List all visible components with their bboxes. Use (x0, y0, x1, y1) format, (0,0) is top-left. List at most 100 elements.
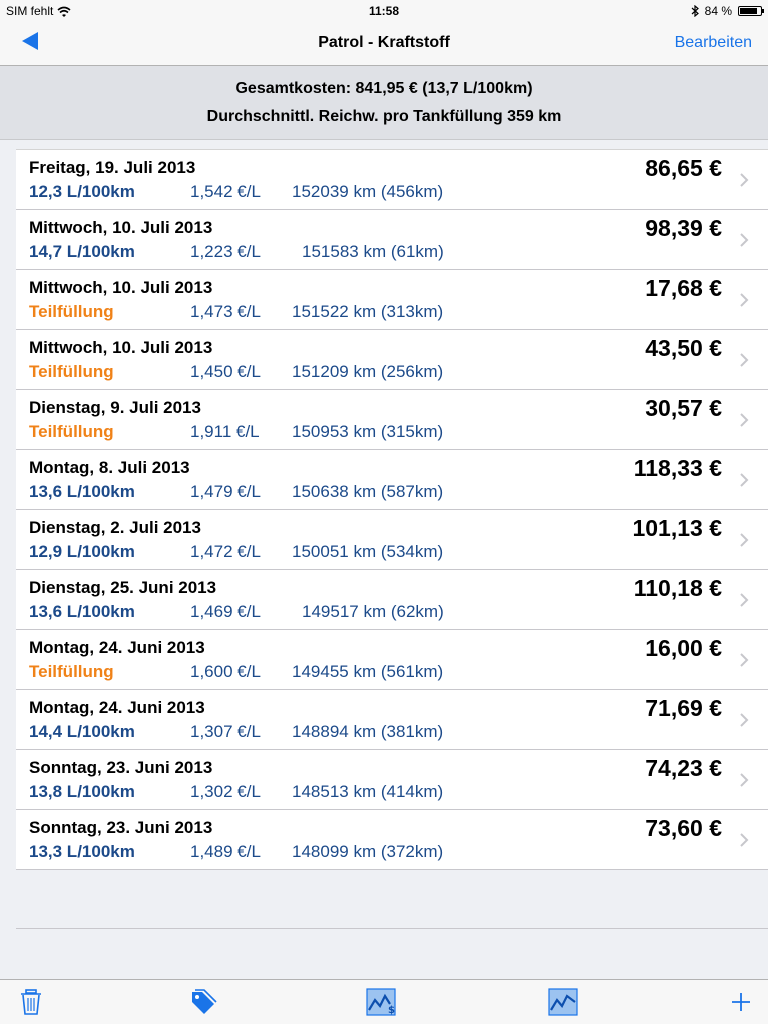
consumption-value: 14,4 L/100km (29, 722, 135, 741)
odometer-value: 150051 km (534km) (292, 542, 444, 561)
entry-cost: 118,33 € (633, 455, 722, 481)
summary-header: Gesamtkosten: 841,95 € (13,7 L/100km) Du… (0, 66, 768, 140)
consumption-chart-icon[interactable] (548, 988, 578, 1016)
partial-fill-label: Teilfüllung (29, 422, 114, 441)
chevron-right-icon (740, 233, 749, 247)
entry-cost: 101,13 € (632, 515, 722, 541)
price-per-liter: 1,479 €/L (190, 482, 261, 501)
entry-cost: 73,60 € (645, 815, 722, 841)
chevron-right-icon (740, 473, 749, 487)
price-per-liter: 1,307 €/L (190, 722, 261, 741)
fuel-entry-row[interactable]: Montag, 8. Juli 2013 13,6 L/100km 1,479 €/… (16, 450, 768, 510)
odometer-value: 148099 km (372km) (292, 842, 444, 861)
battery-percent: 84 % (704, 4, 732, 18)
entry-cost: 16,00 € (645, 635, 722, 661)
entry-cost: 74,23 € (645, 755, 722, 781)
price-per-liter: 1,469 €/L (190, 602, 261, 621)
odometer-value: 148513 km (414km) (292, 782, 444, 801)
consumption-value: 13,6 L/100km (29, 482, 135, 501)
odometer-value: 151522 km (313km) (292, 302, 444, 321)
chevron-right-icon (740, 833, 749, 847)
tag-icon[interactable] (188, 988, 218, 1016)
entry-date: Sonntag, 23. Juni 2013 (29, 818, 213, 837)
fuel-entry-row[interactable]: Montag, 24. Juni 2013 14,4 L/100km 1,307 €… (16, 690, 768, 750)
consumption-value: 13,6 L/100km (29, 602, 135, 621)
entry-date: Freitag, 19. Juli 2013 (29, 158, 196, 177)
fuel-entry-row[interactable]: Dienstag, 25. Juni 2013 13,6 L/100km 1,469… (16, 570, 768, 630)
consumption-value: 13,3 L/100km (29, 842, 135, 861)
consumption-value: 14,7 L/100km (29, 242, 135, 261)
consumption-value: 12,3 L/100km (29, 182, 135, 201)
fuel-entry-row[interactable]: Dienstag, 9. Juli 2013 Teilfüllung 1,911 €… (16, 390, 768, 450)
entry-cost: 86,65 € (645, 155, 722, 181)
entry-cost: 98,39 € (645, 215, 722, 241)
fuel-entry-row[interactable]: Mittwoch, 10. Juli 2013 Teilfüllung 1,473 … (16, 270, 768, 330)
entry-cost: 17,68 € (645, 275, 722, 301)
fuel-entry-row[interactable]: Mittwoch, 10. Juli 2013 14,7 L/100km 1,223… (16, 210, 768, 270)
entry-date: Dienstag, 9. Juli 2013 (29, 398, 201, 417)
fuel-entry-row[interactable]: Sonntag, 23. Juni 2013 13,3 L/100km 1,489 … (16, 810, 768, 870)
chevron-right-icon (740, 653, 749, 667)
partial-fill-label: Teilfüllung (29, 662, 114, 681)
partial-fill-label: Teilfüllung (29, 362, 114, 381)
entry-date: Mittwoch, 10. Juli 2013 (29, 278, 213, 297)
chevron-right-icon (740, 533, 749, 547)
fuel-entry-row[interactable]: Mittwoch, 10. Juli 2013 Teilfüllung 1,450 … (16, 330, 768, 390)
price-per-liter: 1,450 €/L (190, 362, 261, 381)
navigation-bar: Patrol - Kraftstoff Bearbeiten (0, 22, 768, 66)
entry-date: Montag, 24. Juni 2013 (29, 638, 205, 657)
fuel-entry-row[interactable]: Dienstag, 2. Juli 2013 12,9 L/100km 1,472 … (16, 510, 768, 570)
fuel-entry-row[interactable]: Montag, 24. Juni 2013 Teilfüllung 1,600 €/… (16, 630, 768, 690)
divider (16, 928, 768, 929)
price-per-liter: 1,542 €/L (190, 182, 261, 201)
price-per-liter: 1,302 €/L (190, 782, 261, 801)
odometer-value: 150638 km (587km) (292, 482, 444, 501)
average-range-summary: Durchschnittl. Reichw. pro Tankfüllung 3… (206, 108, 562, 125)
odometer-value: 150953 km (315km) (292, 422, 444, 441)
chevron-right-icon (740, 713, 749, 727)
status-bar: SIM fehlt 11:58 84 % (0, 0, 768, 22)
entry-date: Mittwoch, 10. Juli 2013 (29, 338, 213, 357)
price-per-liter: 1,600 €/L (190, 662, 261, 681)
chevron-right-icon (740, 293, 749, 307)
bluetooth-icon (691, 5, 699, 17)
chevron-right-icon (740, 413, 749, 427)
chevron-right-icon (740, 773, 749, 787)
entry-date: Mittwoch, 10. Juli 2013 (29, 218, 213, 237)
edit-button[interactable]: Bearbeiten (675, 34, 752, 52)
entry-date: Dienstag, 25. Juni 2013 (29, 578, 217, 597)
consumption-value: 13,8 L/100km (29, 782, 135, 801)
entry-date: Montag, 24. Juni 2013 (29, 698, 205, 717)
odometer-value: 149517 km (62km) (302, 602, 444, 621)
battery-icon (738, 6, 764, 16)
price-per-liter: 1,911 €/L (190, 422, 260, 441)
price-per-liter: 1,473 €/L (190, 302, 261, 321)
price-per-liter: 1,472 €/L (190, 542, 261, 561)
total-cost-summary: Gesamtkosten: 841,95 € (13,7 L/100km) (235, 80, 533, 97)
svg-text:$: $ (388, 1005, 395, 1016)
fuel-entry-row[interactable]: Sonntag, 23. Juni 2013 13,8 L/100km 1,302 … (16, 750, 768, 810)
entry-date: Sonntag, 23. Juni 2013 (29, 758, 213, 777)
price-per-liter: 1,223 €/L (190, 242, 261, 261)
fuel-entry-row[interactable]: Freitag, 19. Juli 2013 12,3 L/100km 1,542 … (16, 150, 768, 210)
clock: 11:58 (368, 4, 400, 18)
fuel-entry-list: Freitag, 19. Juli 2013 12,3 L/100km 1,542 … (16, 149, 768, 870)
add-icon[interactable] (726, 988, 756, 1016)
chevron-right-icon (740, 173, 749, 187)
page-title: Patrol - Kraftstoff (318, 34, 450, 51)
partial-fill-label: Teilfüllung (29, 302, 114, 321)
odometer-value: 148894 km (381km) (292, 722, 444, 741)
consumption-value: 12,9 L/100km (29, 542, 135, 561)
odometer-value: 151209 km (256km) (292, 362, 444, 381)
cost-chart-icon[interactable]: $ (366, 988, 396, 1016)
entry-date: Montag, 8. Juli 2013 (29, 458, 190, 477)
entry-cost: 110,18 € (633, 575, 722, 601)
odometer-value: 151583 km (61km) (302, 242, 444, 261)
price-per-liter: 1,489 €/L (190, 842, 261, 861)
entry-cost: 30,57 € (645, 395, 722, 421)
trash-icon[interactable] (16, 988, 46, 1016)
bottom-toolbar: $ (0, 979, 768, 1024)
entry-cost: 71,69 € (645, 695, 722, 721)
entry-date: Dienstag, 2. Juli 2013 (29, 518, 201, 537)
chevron-right-icon (740, 593, 749, 607)
